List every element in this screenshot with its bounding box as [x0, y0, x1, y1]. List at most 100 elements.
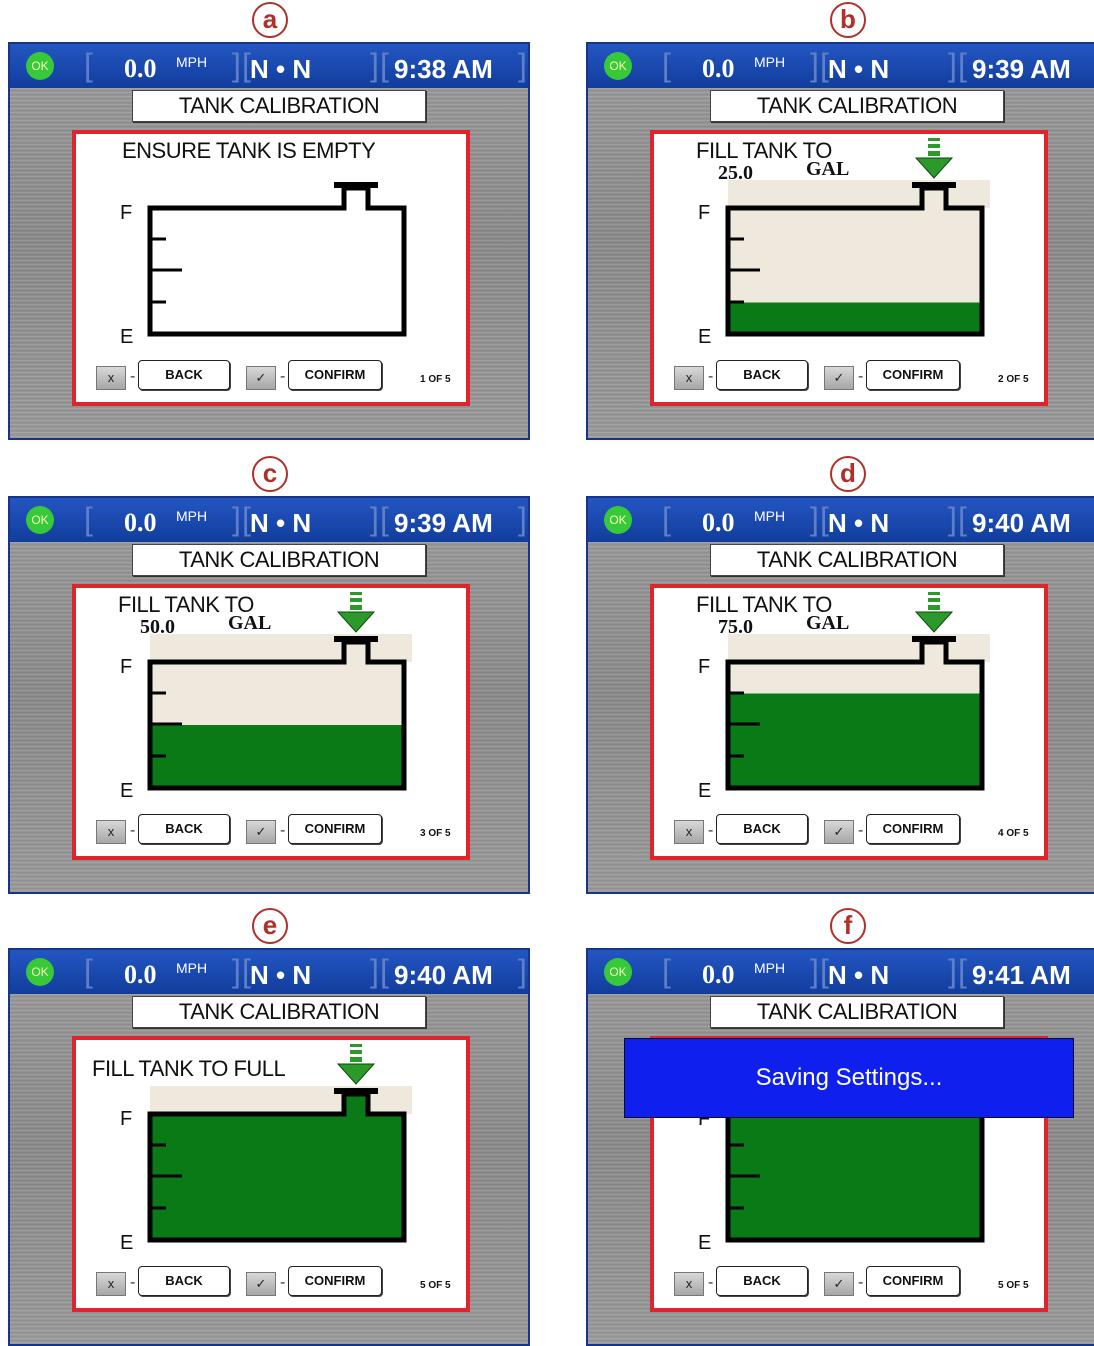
calibration-card: FILL TANK TO 50.0 GAL F Ex - BACK ✓ - CONFIRM 3 OF… [72, 584, 470, 860]
bracket-divider: [ [380, 501, 389, 537]
separator-dash: - [708, 368, 714, 385]
panel-letter-badge: e [252, 908, 288, 944]
calibration-card: ENSURE TANK IS EMPTY F Ex - BACK ✓ - CONFIRM 1 O… [72, 130, 470, 406]
confirm-check-icon[interactable]: ✓ [246, 366, 276, 390]
status-bar: OK[][][]0.0MPHN • N9:41 AM [588, 950, 1094, 994]
confirm-button[interactable]: CONFIRM [288, 360, 382, 390]
tank-fluid-level [150, 1114, 404, 1240]
confirm-check-icon[interactable]: ✓ [824, 366, 854, 390]
back-button[interactable]: BACK [138, 1266, 230, 1296]
cancel-x-icon[interactable]: x [96, 820, 126, 844]
separator-dash: - [130, 822, 136, 839]
tank-gauge [147, 592, 412, 791]
bracket-divider: [ [84, 501, 93, 537]
separator-dash: - [280, 368, 286, 385]
heading-readout: N • N [250, 960, 312, 990]
display-screen: OK[][][] 0.0 MPH N • N 9:38 AM TANK CALIBRATI… [8, 42, 530, 440]
panel-letter-badge: c [252, 456, 288, 492]
heading-readout: N • N [828, 54, 890, 84]
speed-unit: MPH [176, 54, 208, 70]
back-button[interactable]: BACK [138, 814, 230, 844]
confirm-button[interactable]: CONFIRM [866, 1266, 960, 1296]
speed-unit: MPH [176, 508, 208, 524]
clock-readout: 9:40 AM [394, 960, 493, 990]
tank-gauge [725, 138, 990, 337]
fill-arrow-icon [914, 138, 954, 179]
confirm-check-icon[interactable]: ✓ [824, 820, 854, 844]
speed-unit: MPH [754, 960, 786, 976]
separator-dash: - [708, 1274, 714, 1291]
cancel-x-icon[interactable]: x [96, 366, 126, 390]
back-button[interactable]: BACK [716, 1266, 808, 1296]
bracket-divider: ] [518, 501, 527, 537]
tank-cap [334, 636, 378, 642]
tank-outline [147, 185, 407, 337]
back-button[interactable]: BACK [716, 360, 808, 390]
display-screen: OK[][][]0.0MPHN • N9:40 AMTANK CALIBRATI… [8, 948, 530, 1346]
heading-readout: N • N [250, 54, 312, 84]
clock-readout: 9:39 AM [394, 508, 493, 538]
ok-status-icon: OK [604, 52, 632, 80]
fill-arrow-icon [336, 592, 376, 633]
bracket-divider: ] [370, 47, 379, 83]
tank-gauge [147, 1044, 412, 1243]
cancel-x-icon[interactable]: x [674, 366, 704, 390]
bracket-divider: ] [232, 501, 241, 537]
saving-settings-dialog: Saving Settings... [624, 1038, 1074, 1118]
heading-readout: N • N [250, 508, 312, 538]
speed-readout: 0.0 [702, 54, 735, 83]
confirm-button[interactable]: CONFIRM [866, 360, 960, 390]
separator-dash: - [858, 368, 864, 385]
display-screen: OK[][][]0.0MPHN • N9:39 AMTANK CALIBRATI… [586, 42, 1094, 440]
bracket-divider: ] [518, 953, 527, 989]
cancel-x-icon[interactable]: x [674, 820, 704, 844]
confirm-check-icon[interactable]: ✓ [824, 1272, 854, 1296]
clock-readout: 9:39 AM [972, 54, 1071, 84]
confirm-button[interactable]: CONFIRM [866, 814, 960, 844]
calibration-panel-e: e OK[][][] 0.0 MPH N • N 9:40 AM TANK CALIBRAT… [8, 906, 530, 1346]
tank-cap [912, 636, 956, 642]
clock-readout: 9:41 AM [972, 960, 1071, 990]
speed-readout: 0.0 [124, 960, 157, 989]
tank-fluid-level [150, 725, 404, 788]
confirm-check-icon[interactable]: ✓ [246, 1272, 276, 1296]
confirm-check-icon[interactable]: ✓ [246, 820, 276, 844]
confirm-button[interactable]: CONFIRM [288, 1266, 382, 1296]
status-bar: OK[][][]0.0MPHN • N9:39 AM [10, 498, 528, 542]
ok-status-icon: OK [26, 958, 54, 986]
confirm-button[interactable]: CONFIRM [288, 814, 382, 844]
bracket-divider: ] [948, 501, 957, 537]
bracket-divider: ] [232, 953, 241, 989]
screen-title: TANK CALIBRATION [710, 996, 1004, 1028]
clock-readout: 9:40 AM [972, 508, 1071, 538]
step-indicator: 1 OF 5 [420, 374, 451, 385]
calibration-panel-f: fOK[][][]0.0MPHN • N9:41 AMTANK CALIBRAT… [586, 906, 1094, 1346]
bracket-divider: ] [370, 501, 379, 537]
speed-unit: MPH [754, 54, 786, 70]
speed-readout: 0.0 [124, 54, 157, 83]
tank-gauge [725, 592, 990, 791]
back-button[interactable]: BACK [138, 360, 230, 390]
display-screen: OK[][][]0.0MPHN • N9:40 AMTANK CALIBRATI… [586, 496, 1094, 894]
separator-dash: - [708, 822, 714, 839]
step-indicator: 5 OF 5 [420, 1280, 451, 1291]
calibration-panel-c: c OK[][][] 0.0 MPH N • N 9:39 AM TANK CALIBRAT… [8, 454, 530, 894]
cancel-x-icon[interactable]: x [96, 1272, 126, 1296]
separator-dash: - [280, 822, 286, 839]
step-indicator: 2 OF 5 [998, 374, 1029, 385]
back-button[interactable]: BACK [716, 814, 808, 844]
ok-status-icon: OK [26, 506, 54, 534]
cancel-x-icon[interactable]: x [674, 1272, 704, 1296]
ok-status-icon: OK [604, 958, 632, 986]
bracket-divider: [ [958, 47, 967, 83]
step-indicator: 5 OF 5 [998, 1280, 1029, 1291]
calibration-panel-b: bOK[][][]0.0MPHN • N9:39 AMTANK CALIBRAT… [586, 0, 1094, 440]
speed-unit: MPH [754, 508, 786, 524]
step-indicator: 4 OF 5 [998, 828, 1029, 839]
separator-dash: - [130, 368, 136, 385]
status-bar: OK[][][]0.0MPHN • N9:40 AM [10, 950, 528, 994]
calibration-panel-a: a OK[][][] 0.0 MPH N • N 9:38 AM TANK CALIBRAT… [8, 0, 530, 440]
calibration-card: FILL TANK TO FULLFEx-BACK✓-CONFIRM5 OF 5 [72, 1036, 470, 1312]
screen-title: TANK CALIBRATION [132, 996, 426, 1028]
status-bar: OK[][][] 0.0 MPH N • N 9:38 AM [10, 44, 528, 88]
